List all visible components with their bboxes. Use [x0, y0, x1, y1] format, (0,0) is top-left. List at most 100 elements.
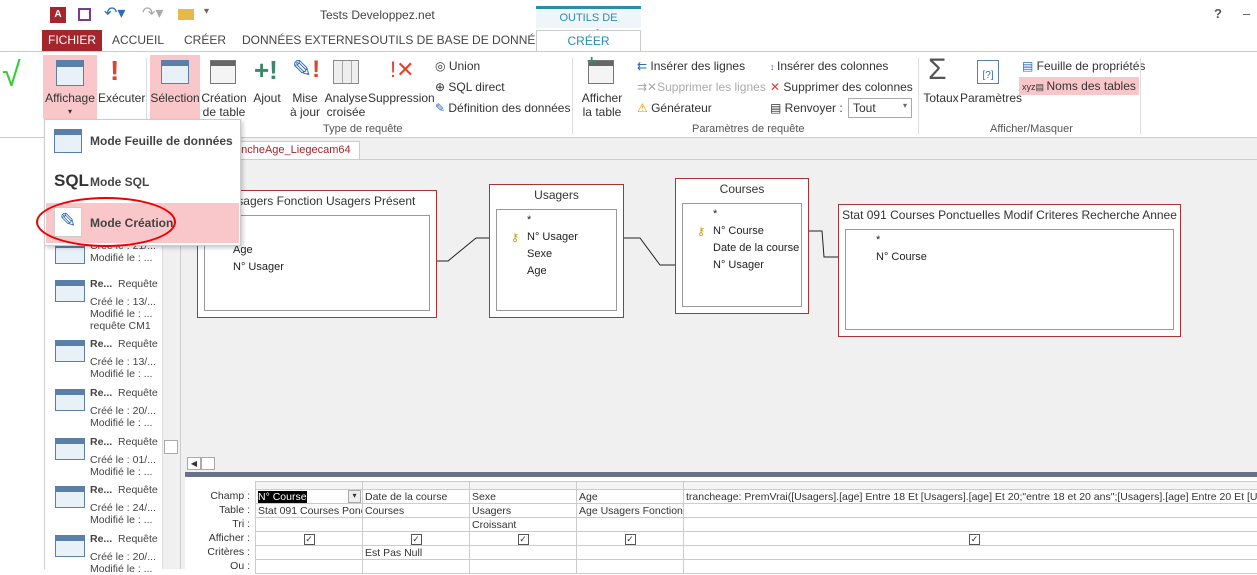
checkbox-icon: ✓ — [304, 534, 315, 545]
field-name: * — [876, 234, 880, 246]
key-icon: ⚷ — [511, 231, 519, 244]
chevron-down-icon[interactable]: ▾ — [348, 490, 361, 503]
field-item[interactable]: Date de la course — [713, 242, 799, 254]
field-list-title: Usagers — [490, 185, 623, 207]
field-name: * — [527, 214, 531, 226]
grid-row-label: Afficher : — [190, 532, 250, 544]
grid-cell[interactable]: trancheage: PremVrai([Usagers].[age] Ent… — [684, 490, 1257, 504]
field-name: N° Usager — [233, 261, 284, 273]
field-name: N° Course — [876, 251, 927, 263]
column-selector[interactable] — [577, 482, 684, 490]
field-item[interactable]: Sexe — [527, 248, 552, 260]
menu-item-label: Mode Feuille de données — [90, 134, 233, 148]
grid-cell[interactable]: Date de la course — [363, 490, 470, 504]
sql-icon: SQL — [54, 171, 89, 191]
column-selector[interactable] — [256, 482, 363, 490]
join-line — [436, 238, 489, 261]
grid-cell[interactable] — [256, 546, 363, 560]
show-checkbox[interactable]: ✓ — [256, 532, 363, 546]
show-checkbox[interactable]: ✓ — [577, 532, 684, 546]
key-icon: ⚷ — [697, 225, 705, 238]
field-name: N° Usager — [527, 231, 578, 243]
menu-item-label: Mode SQL — [90, 175, 149, 189]
field-list-table[interactable]: Usagers*⚷N° UsagerSexeAge — [489, 184, 624, 318]
grid-row: Stat 091 Courses PonctuellesCoursesUsage… — [256, 504, 1257, 518]
menu-item-mode-sql[interactable]: SQL Mode SQL — [46, 162, 239, 202]
field-item[interactable]: ⚷N° Usager — [527, 231, 578, 243]
grid-cell[interactable] — [684, 546, 1257, 560]
show-checkbox[interactable]: ✓ — [363, 532, 470, 546]
field-list: * N° Course — [845, 229, 1174, 330]
grid-cell[interactable]: Age Usagers Fonction — [577, 504, 684, 518]
menu-item-mode-feuille[interactable]: Mode Feuille de données — [46, 121, 239, 161]
grid-cell[interactable]: Stat 091 Courses Ponctuelles — [256, 504, 363, 518]
grid-cell[interactable] — [470, 560, 577, 574]
checkbox-icon: ✓ — [411, 534, 422, 545]
grid-header-row — [256, 482, 1257, 490]
grid-cell[interactable]: N° Course ▾ — [256, 490, 363, 504]
field-item[interactable]: * — [527, 214, 531, 226]
field-name: Date de la course — [713, 242, 799, 254]
datasheet-icon — [54, 129, 82, 153]
field-item[interactable]: * — [713, 208, 717, 220]
scroll-thumb[interactable] — [201, 457, 215, 470]
grid-cell[interactable] — [256, 518, 363, 532]
grid-row: Est Pas Null — [256, 546, 1257, 560]
red-circle-annotation — [36, 197, 176, 247]
grid-row-label: Table : — [190, 504, 250, 516]
field-list-title: Stat 091 Courses Ponctuelles Modif Crite… — [839, 205, 1180, 227]
grid-row-label: Ou : — [190, 560, 250, 572]
field-item[interactable]: N° Usager — [233, 261, 284, 273]
field-name: N° Course — [713, 225, 764, 237]
field-name: * — [713, 208, 717, 220]
show-checkbox[interactable]: ✓ — [684, 532, 1257, 546]
grid-row: ✓ ✓ ✓ ✓ ✓ — [256, 532, 1257, 546]
field-item[interactable]: ⚷N° Course — [713, 225, 764, 237]
grid-cell[interactable]: Courses — [363, 504, 470, 518]
cell-value: N° Course — [258, 491, 307, 503]
field-list-title: Courses — [676, 179, 808, 201]
grid-cell[interactable] — [577, 560, 684, 574]
checkbox-icon: ✓ — [518, 534, 529, 545]
horizontal-scrollbar[interactable]: ◀ — [185, 457, 1257, 471]
scroll-left-icon[interactable]: ◀ — [187, 457, 201, 470]
field-item[interactable]: N° Usager — [713, 259, 764, 271]
field-name: Sexe — [527, 248, 552, 260]
field-list: *⚷N° CourseDate de la courseN° Usager — [682, 203, 802, 307]
grid-row: Croissant — [256, 518, 1257, 532]
join-line — [808, 231, 838, 257]
column-selector[interactable] — [684, 482, 1257, 490]
grid-row-label: Critères : — [190, 546, 250, 558]
grid-cell[interactable]: Croissant — [470, 518, 577, 532]
grid-cell[interactable] — [256, 560, 363, 574]
field-item[interactable]: N° Course — [876, 251, 927, 263]
grid-cell[interactable] — [577, 546, 684, 560]
grid-cell[interactable]: Sexe — [470, 490, 577, 504]
join-line — [623, 238, 675, 265]
field-list-table[interactable]: Courses*⚷N° CourseDate de la courseN° Us… — [675, 178, 809, 314]
field-list-table[interactable]: Stat 091 Courses Ponctuelles Modif Crite… — [838, 204, 1181, 337]
grid-cell[interactable] — [577, 518, 684, 532]
grid-cell[interactable] — [684, 518, 1257, 532]
column-selector[interactable] — [363, 482, 470, 490]
field-name: Age — [527, 265, 547, 277]
column-selector[interactable] — [470, 482, 577, 490]
grid-cell[interactable] — [363, 518, 470, 532]
grid-cell[interactable]: Usagers — [470, 504, 577, 518]
grid-cell[interactable] — [470, 546, 577, 560]
design-grid: N° Course ▾Date de la courseSexeAgetranch… — [255, 481, 1257, 574]
checkbox-icon: ✓ — [625, 534, 636, 545]
field-item[interactable]: Age — [527, 265, 547, 277]
grid-cell[interactable] — [684, 560, 1257, 574]
show-checkbox[interactable]: ✓ — [470, 532, 577, 546]
field-name: N° Usager — [713, 259, 764, 271]
grid-row-label: Champ : — [190, 490, 250, 502]
grid-cell[interactable] — [363, 560, 470, 574]
grid-row: N° Course ▾Date de la courseSexeAgetranch… — [256, 490, 1257, 504]
grid-row-label: Tri : — [190, 518, 250, 530]
grid-cell[interactable] — [684, 504, 1257, 518]
checkbox-icon: ✓ — [969, 534, 980, 545]
grid-cell[interactable]: Age — [577, 490, 684, 504]
grid-cell[interactable]: Est Pas Null — [363, 546, 470, 560]
field-item[interactable]: * — [876, 234, 880, 246]
